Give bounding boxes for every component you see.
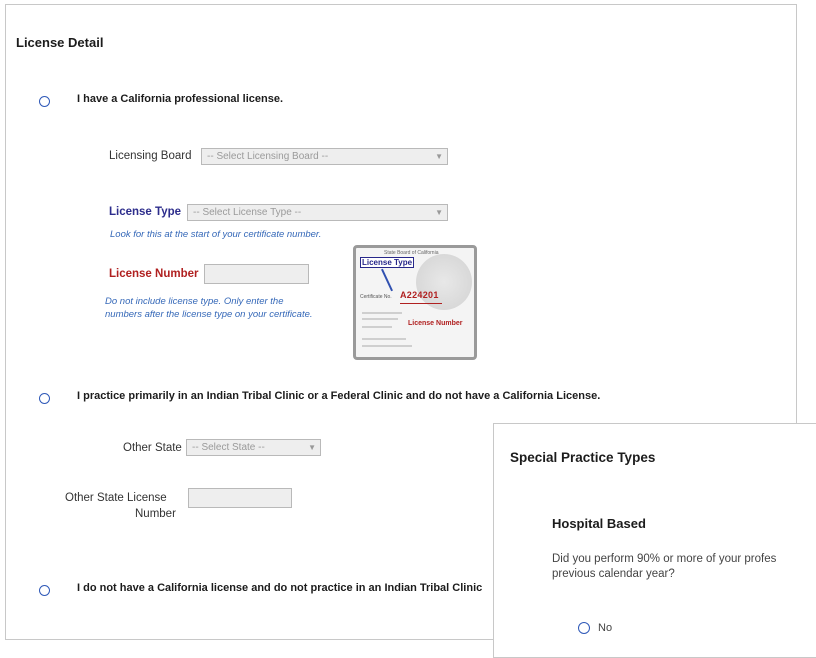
- other-state-license-label-2: Number: [135, 508, 176, 520]
- option-ca-license-label: I have a California professional license…: [77, 93, 284, 105]
- hospital-based-heading: Hospital Based: [552, 516, 646, 531]
- chevron-down-icon: ▼: [308, 443, 316, 452]
- licensing-board-label: Licensing Board: [109, 150, 192, 162]
- cert-line: [362, 312, 402, 314]
- license-number-hint-1: Do not include license type. Only enter …: [105, 296, 284, 307]
- other-state-value: -- Select State --: [192, 442, 265, 453]
- question-line-2: previous calendar year?: [552, 568, 675, 580]
- chevron-down-icon: ▼: [435, 152, 443, 161]
- radio-no-license[interactable]: [39, 585, 50, 596]
- cert-number-label: Certificate No.: [360, 294, 392, 300]
- option-no-license-label: I do not have a California license and d…: [77, 582, 483, 594]
- cert-arrow: [381, 268, 393, 292]
- cert-number-underline: [400, 303, 442, 304]
- license-detail-title: License Detail: [16, 35, 104, 50]
- special-practice-panel: Special Practice Types Hospital Based Di…: [493, 423, 816, 658]
- other-state-label: Other State: [123, 442, 182, 454]
- hospital-based-question: Did you perform 90% or more of your prof…: [552, 552, 816, 582]
- other-state-license-input[interactable]: [188, 488, 292, 508]
- special-practice-title: Special Practice Types: [510, 450, 656, 465]
- license-number-label: License Number: [109, 268, 199, 280]
- certificate-example-image: State Board of California License Type C…: [353, 245, 477, 360]
- question-line-1: Did you perform 90% or more of your prof…: [552, 553, 777, 565]
- cert-header: State Board of California: [384, 250, 439, 256]
- cert-number: A224201: [400, 290, 439, 300]
- radio-ca-license[interactable]: [39, 96, 50, 107]
- other-state-select[interactable]: -- Select State -- ▼: [186, 439, 321, 456]
- chevron-down-icon: ▼: [435, 208, 443, 217]
- license-number-input[interactable]: [204, 264, 309, 284]
- radio-tribal-clinic[interactable]: [39, 393, 50, 404]
- radio-no-label: No: [598, 622, 613, 634]
- licensing-board-value: -- Select Licensing Board --: [207, 151, 329, 162]
- cert-license-type-callout: License Type: [360, 257, 415, 268]
- radio-no[interactable]: [578, 622, 590, 634]
- other-state-license-label-1: Other State License: [65, 492, 167, 504]
- license-type-value: -- Select License Type --: [193, 207, 302, 218]
- option-tribal-clinic-label: I practice primarily in an Indian Tribal…: [77, 390, 601, 402]
- cert-license-number-callout: License Number: [408, 320, 463, 327]
- cert-line: [362, 326, 392, 328]
- license-number-hint-2: numbers after the license type on your c…: [105, 309, 313, 320]
- license-type-label: License Type: [109, 206, 182, 218]
- licensing-board-select[interactable]: -- Select Licensing Board -- ▼: [201, 148, 448, 165]
- license-type-hint: Look for this at the start of your certi…: [110, 229, 322, 240]
- license-type-select[interactable]: -- Select License Type -- ▼: [187, 204, 448, 221]
- seal-icon: [416, 254, 472, 310]
- cert-line: [362, 338, 406, 340]
- cert-line: [362, 345, 412, 347]
- cert-line: [362, 318, 398, 320]
